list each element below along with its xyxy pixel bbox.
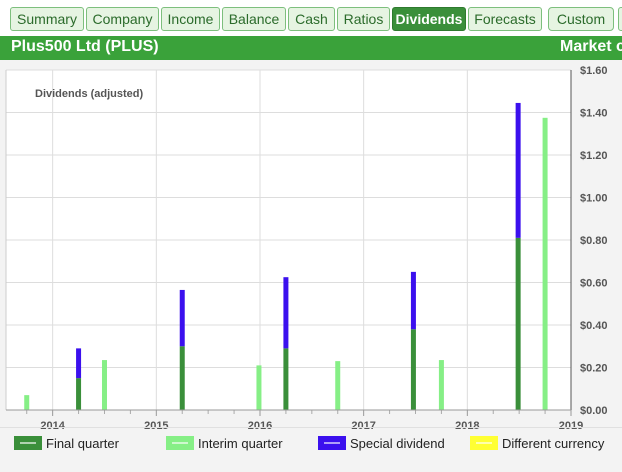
interim-quarter-bar [24,395,30,410]
tab-dividends[interactable]: Dividends [392,7,466,31]
company-header: Plus500 Ltd (PLUS) Market c [0,36,622,60]
x-tick-label: 2017 [351,420,375,432]
tab-custom[interactable]: Custom [548,7,614,31]
final-quarter-bar [76,378,82,410]
legend-interim-quarter-label: Interim quarter [198,436,283,451]
interim-quarter-bar [438,360,444,410]
y-tick-label: $0.40 [580,320,608,332]
legend-special-dividend-label: Special dividend [350,436,445,451]
tab-summary[interactable]: Summary [10,7,84,31]
final-quarter-bar [410,329,416,410]
tab-overflow[interactable] [618,7,622,31]
final-quarter-bar [179,346,185,410]
tab-bar: Summary Company Income Balance Cash Rati… [0,0,622,36]
tab-balance[interactable]: Balance [222,7,286,31]
y-tick-label: $0.60 [580,278,608,290]
interim-quarter-bar [335,361,341,410]
tab-company[interactable]: Company [86,7,159,31]
interim-quarter-bar [256,365,262,410]
x-tick-label: 2019 [559,420,583,432]
special-dividend-bar [410,271,416,330]
y-tick-label: $1.20 [580,150,608,162]
x-tick-label: 2015 [144,420,168,432]
company-title: Plus500 Ltd (PLUS) [11,38,159,55]
final-quarter-bar [515,237,521,410]
tab-income[interactable]: Income [161,7,220,31]
y-tick-label: $1.00 [580,193,608,205]
final-quarter-bar [283,348,289,410]
x-tick-label: 2016 [248,420,272,432]
legend-divider [0,427,622,428]
x-tick-label: 2018 [455,420,479,432]
y-tick-label: $0.80 [580,235,608,247]
y-tick-label: $0.00 [580,405,608,417]
market-cap-label: Market c [560,38,622,55]
special-dividend-bar [76,348,82,379]
y-tick-label: $1.40 [580,108,608,120]
tab-forecasts[interactable]: Forecasts [468,7,542,31]
x-tick-label: 2014 [40,420,65,432]
y-tick-label: $1.60 [580,65,608,77]
special-dividend-bar [515,102,521,238]
special-dividend-bar [179,289,185,347]
interim-quarter-bar [101,360,107,410]
chart-area: $0.00 $0.20 $0.40 $0.60 $0.80 $1.00 $1.20 $1.40… [0,60,622,472]
y-tick-label: $0.20 [580,363,608,375]
legend-final-quarter-label: Final quarter [46,436,120,451]
tab-cash[interactable]: Cash [288,7,335,31]
special-dividend-bar [283,277,289,349]
tab-ratios[interactable]: Ratios [337,7,390,31]
chart-title: Dividends (adjusted) [35,88,144,100]
legend-different-currency-label: Different currency [502,436,605,451]
interim-quarter-bar [542,117,548,410]
dividend-chart: $0.00 $0.20 $0.40 $0.60 $0.80 $1.00 $1.20 $1.40… [0,65,622,451]
legend: Final quarter Interim quarter Special divi… [0,427,622,451]
